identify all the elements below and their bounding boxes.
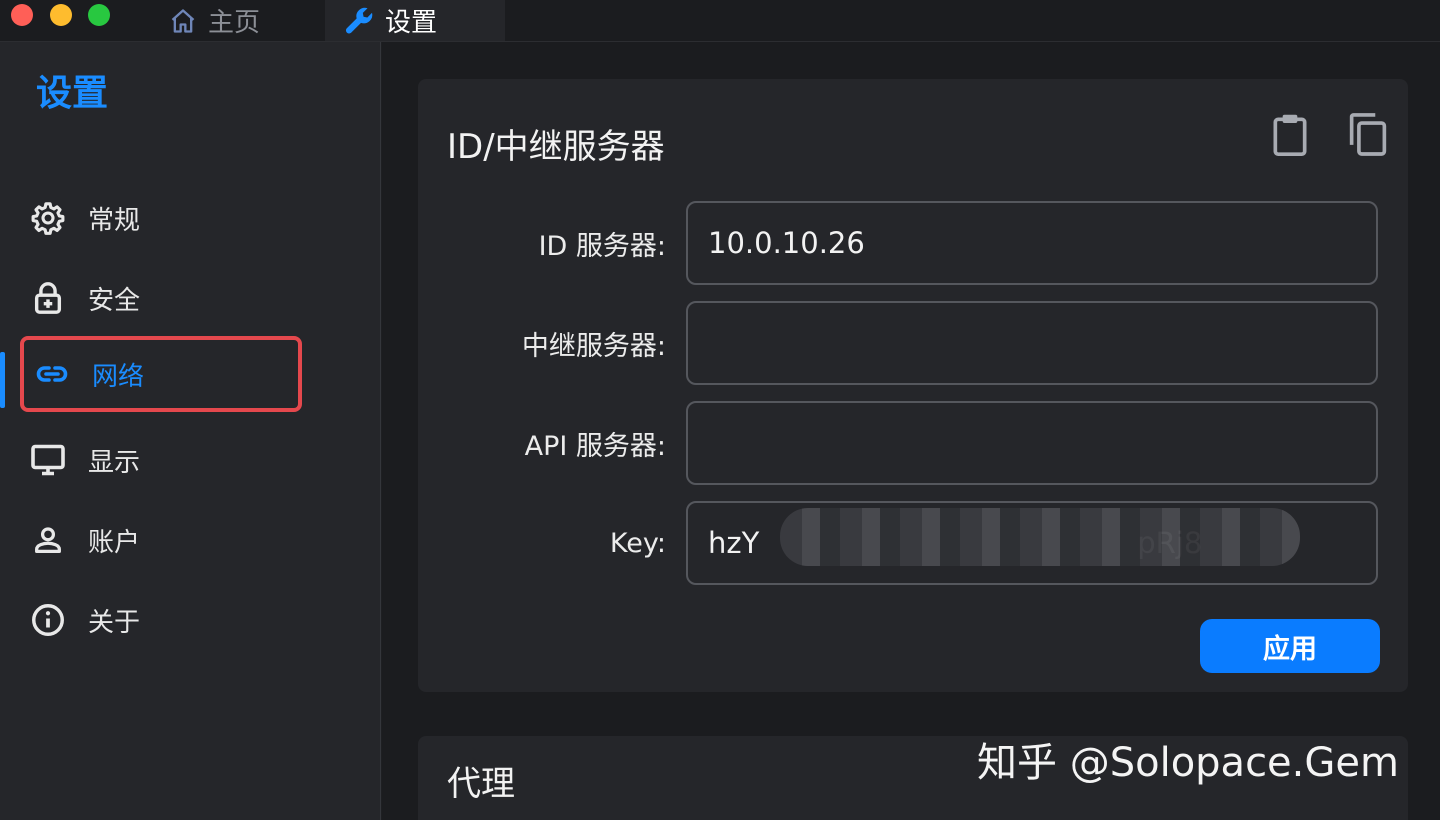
sidebar-item-label: 安全 <box>88 285 141 316</box>
home-icon <box>166 4 200 38</box>
api-server-row: API 服务器: <box>418 401 1408 485</box>
api-server-input[interactable] <box>686 401 1378 485</box>
watermark: 知乎 @Solopace.Gem <box>977 740 1399 786</box>
redaction-blur <box>780 508 1300 566</box>
gear-icon <box>30 200 66 236</box>
user-icon <box>30 522 66 558</box>
sidebar-item-label: 显示 <box>88 447 141 478</box>
proxy-card-title: 代理 <box>447 764 515 804</box>
sidebar-item-display[interactable]: 显示 <box>20 422 302 498</box>
relay-server-input[interactable] <box>686 301 1378 385</box>
link-icon <box>34 356 70 392</box>
monitor-icon <box>30 442 66 478</box>
copy-button[interactable] <box>1348 113 1388 159</box>
api-server-label: API 服务器: <box>524 430 666 462</box>
server-settings-card: ID/中继服务器 ID 服务器: 中继服务器: API 服务器: <box>418 79 1408 692</box>
minimize-window-button[interactable] <box>50 4 72 26</box>
main-content: ID/中继服务器 ID 服务器: 中继服务器: API 服务器: <box>382 42 1440 820</box>
tab-settings[interactable]: 设置 <box>325 0 505 41</box>
sidebar-item-label: 网络 <box>92 361 145 392</box>
sidebar: 设置 常规 安全 网络 显示 账户 关于 <box>0 42 381 820</box>
copy-icon <box>1348 112 1388 160</box>
tab-settings-label: 设置 <box>385 8 438 38</box>
id-server-input[interactable] <box>686 201 1378 285</box>
close-window-button[interactable] <box>11 4 33 26</box>
card-actions <box>1270 113 1388 159</box>
tab-home-label: 主页 <box>208 8 261 38</box>
lock-icon <box>30 280 66 316</box>
wrench-icon <box>343 4 377 38</box>
sidebar-item-network[interactable]: 网络 <box>20 336 302 412</box>
sidebar-item-security[interactable]: 安全 <box>20 260 302 336</box>
id-server-label: ID 服务器: <box>538 230 666 262</box>
paste-button[interactable] <box>1270 113 1310 159</box>
sidebar-item-label: 常规 <box>88 205 141 236</box>
id-server-row: ID 服务器: <box>418 201 1408 285</box>
sidebar-item-account[interactable]: 账户 <box>20 502 302 578</box>
clipboard-icon <box>1271 112 1309 160</box>
card-title: ID/中继服务器 <box>447 127 665 167</box>
active-indicator <box>0 352 5 408</box>
sidebar-item-about[interactable]: 关于 <box>20 582 302 658</box>
relay-server-row: 中继服务器: <box>418 301 1408 385</box>
title-bar: 主页 设置 <box>0 0 1440 42</box>
key-label: Key: <box>609 527 666 559</box>
relay-server-label: 中继服务器: <box>521 330 666 362</box>
zoom-window-button[interactable] <box>88 4 110 26</box>
sidebar-title: 设置 <box>36 73 109 114</box>
info-icon <box>30 602 66 638</box>
sidebar-item-label: 账户 <box>88 527 141 558</box>
sidebar-item-general[interactable]: 常规 <box>20 180 302 256</box>
tab-home[interactable]: 主页 <box>166 0 324 41</box>
sidebar-item-label: 关于 <box>88 607 141 638</box>
apply-button[interactable]: 应用 <box>1200 619 1380 673</box>
